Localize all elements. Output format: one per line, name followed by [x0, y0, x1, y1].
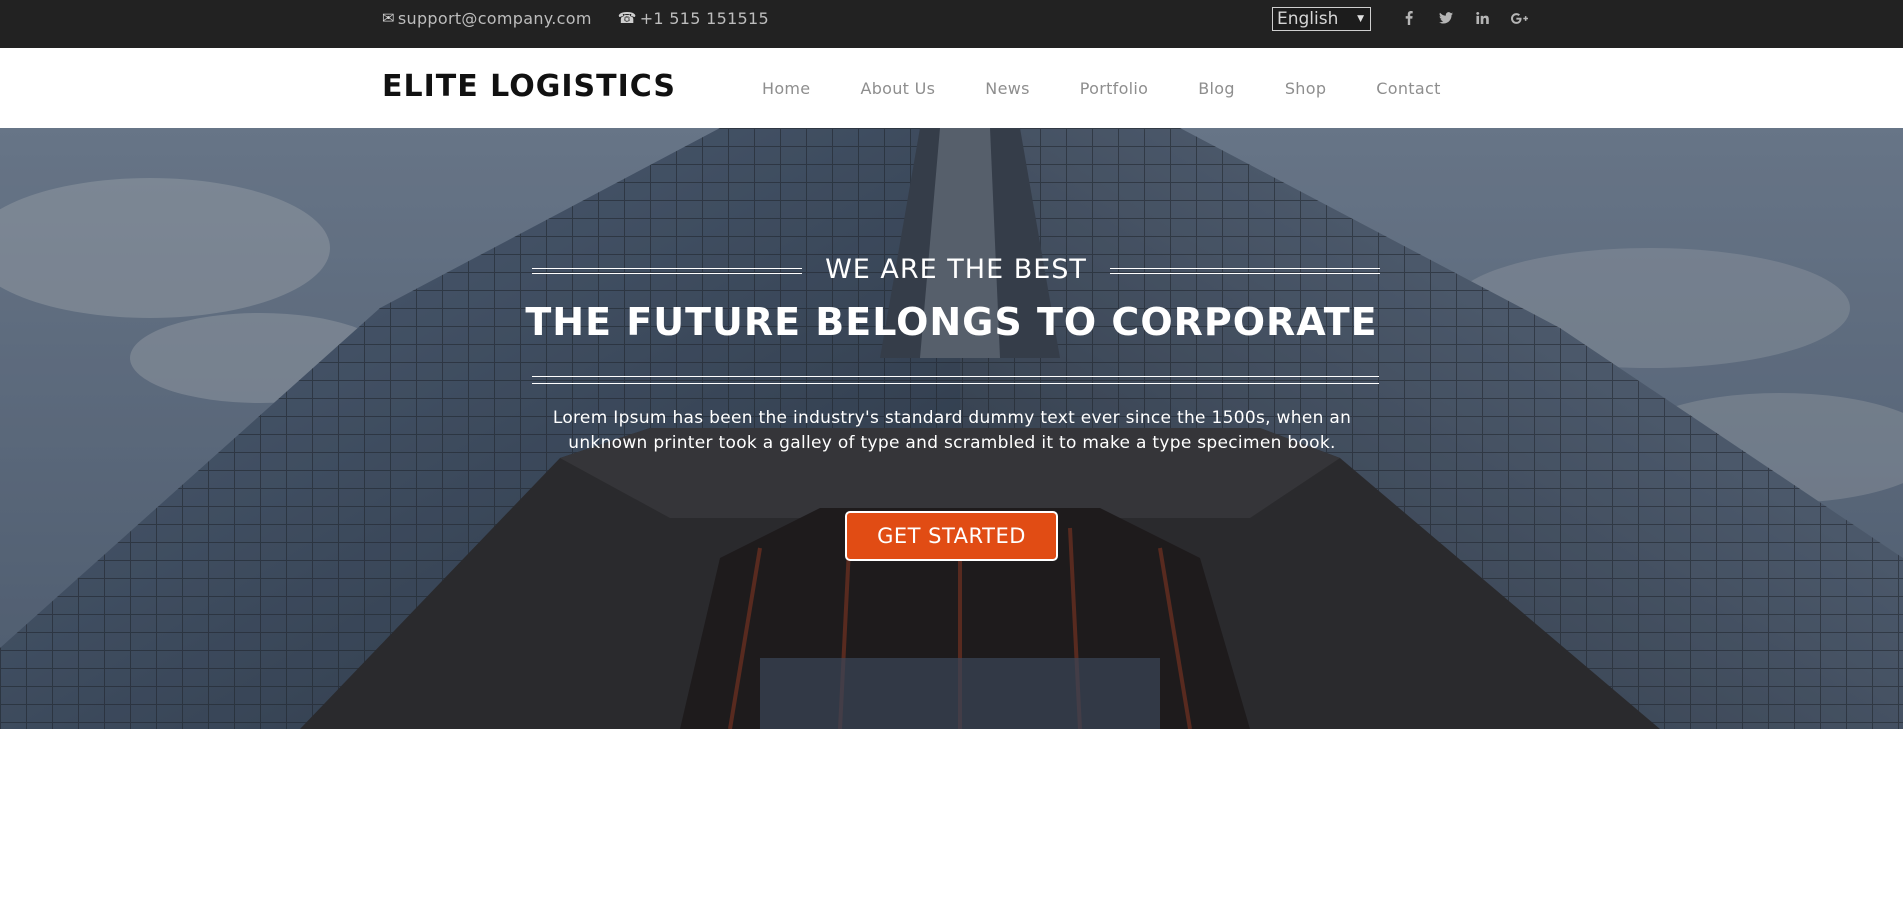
site-logo[interactable]: ELITE LOGISTICS	[382, 69, 676, 104]
social-links	[1390, 0, 1538, 36]
nav-item-home[interactable]: Home	[762, 79, 810, 98]
twitter-icon[interactable]	[1427, 12, 1464, 24]
nav-item-blog[interactable]: Blog	[1198, 79, 1235, 98]
hero-description: Lorem Ipsum has been the industry's stan…	[552, 408, 1352, 453]
linkedin-icon[interactable]	[1464, 12, 1501, 24]
envelope-icon: ✉	[382, 9, 395, 27]
nav-item-contact[interactable]: Contact	[1376, 79, 1440, 98]
eyebrow-row: WE ARE THE BEST	[532, 254, 1380, 294]
google-plus-icon[interactable]	[1501, 12, 1538, 24]
phone-contact[interactable]: ☎ +1 515 151515	[618, 9, 769, 28]
email-contact[interactable]: ✉ support@company.com	[382, 9, 592, 28]
site-header: ELITE LOGISTICS Home About Us News Portf…	[0, 48, 1903, 128]
language-select[interactable]: English ▼	[1272, 7, 1371, 31]
phone-icon: ☎	[617, 9, 637, 27]
hero-banner: WE ARE THE BEST THE FUTURE BELONGS TO CO…	[0, 128, 1903, 729]
email-text: support@company.com	[397, 8, 592, 28]
main-nav: Home About Us News Portfolio Blog Shop C…	[762, 48, 1491, 128]
divider-right	[1110, 268, 1380, 274]
contact-info: ✉ support@company.com ☎ +1 515 151515	[382, 0, 769, 36]
nav-item-portfolio[interactable]: Portfolio	[1080, 79, 1149, 98]
facebook-icon[interactable]	[1390, 11, 1427, 25]
language-value: English	[1277, 9, 1339, 29]
nav-item-news[interactable]: News	[985, 79, 1029, 98]
nav-item-shop[interactable]: Shop	[1285, 79, 1326, 98]
chevron-down-icon: ▼	[1357, 14, 1364, 24]
phone-text: +1 515 151515	[639, 8, 769, 28]
nav-item-about-us[interactable]: About Us	[860, 79, 935, 98]
hero-headline: THE FUTURE BELONGS TO CORPORATE	[525, 300, 1378, 344]
top-bar: ✉ support@company.com ☎ +1 515 151515 En…	[0, 0, 1903, 48]
headline-divider	[532, 376, 1379, 384]
get-started-button[interactable]: GET STARTED	[845, 511, 1058, 561]
